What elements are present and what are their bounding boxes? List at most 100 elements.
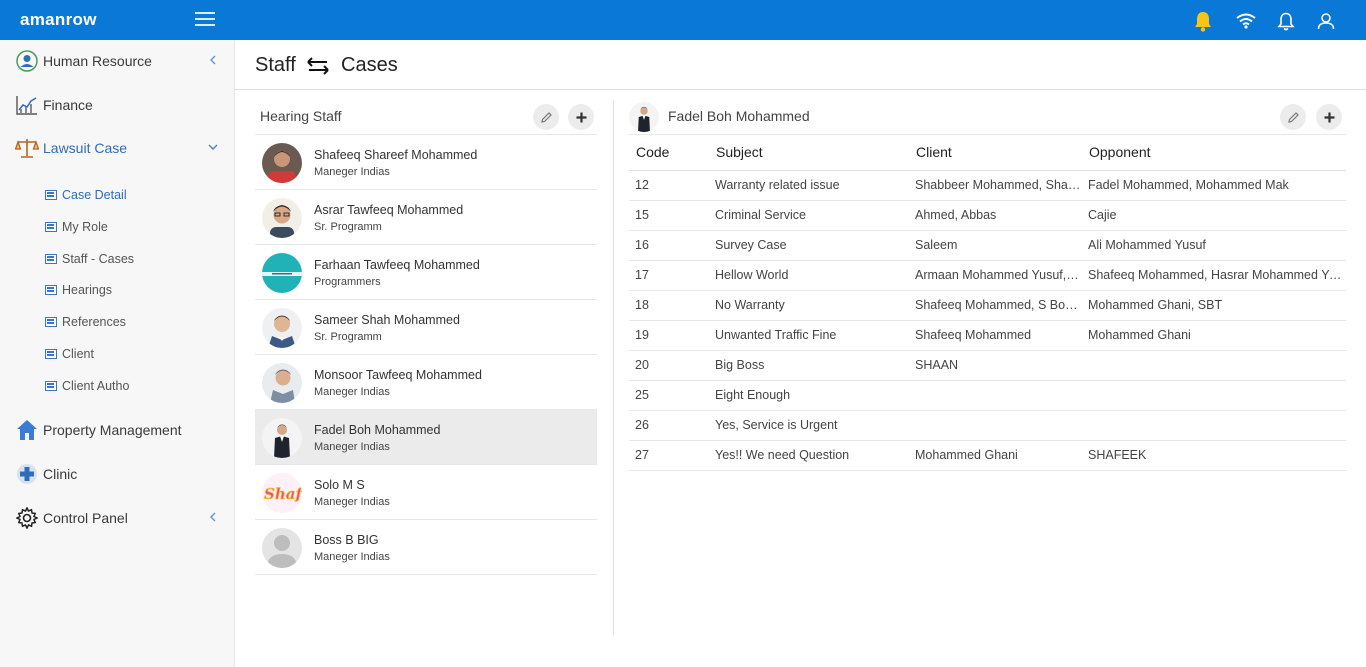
plus-icon (1324, 112, 1334, 122)
bell-icon[interactable] (1275, 10, 1297, 32)
cell-subject: No Warranty (709, 290, 909, 321)
staff-row[interactable]: Boss B BIG Maneger Indias (255, 520, 597, 575)
cell-subject: Yes!! We need Question (709, 440, 909, 471)
cell-subject: Eight Enough (709, 380, 909, 411)
staff-row[interactable]: Shaf Solo M S Maneger Indias (255, 465, 597, 520)
table-row[interactable]: 20 Big Boss SHAAN (629, 350, 1346, 381)
cell-subject: Yes, Service is Urgent (709, 410, 909, 441)
table-row[interactable]: 26 Yes, Service is Urgent (629, 410, 1346, 441)
staff-name: Monsoor Tawfeeq Mohammed (314, 368, 482, 382)
table-row[interactable]: 25 Eight Enough (629, 380, 1346, 411)
staff-row-selected[interactable]: Fadel Boh Mohammed Maneger Indias (255, 410, 597, 465)
sidebar-subitem-client[interactable]: Client (45, 344, 94, 364)
table-row[interactable]: 12 Warranty related issue Shabbeer Mohamme… (629, 170, 1346, 201)
staff-role: Maneger Indias (314, 551, 390, 563)
chevron-left-icon[interactable] (207, 54, 219, 66)
sidebar-item-human-resource[interactable]: Human Resource (15, 48, 225, 74)
add-case-button[interactable] (1316, 104, 1342, 130)
sidebar: Human Resource Finance Lawsuit Case Case… (0, 40, 235, 667)
cell-code: 26 (629, 410, 709, 441)
chevron-down-icon[interactable] (207, 141, 219, 153)
staff-role: Maneger Indias (314, 496, 390, 508)
shaf-logo: Shaf (262, 473, 302, 513)
avatar (262, 253, 302, 293)
cell-client: Shabbeer Mohammed, Shafeeq Mohammed (909, 170, 1082, 201)
cell-opponent: Shafeeq Mohammed, Hasrar Mohammed Yusuf (1082, 260, 1346, 291)
sidebar-item-lawsuit-case[interactable]: Lawsuit Case (15, 135, 225, 161)
plus-cross-icon (15, 462, 39, 486)
staff-panel-header: Hearing Staff (255, 100, 597, 135)
list-icon (45, 349, 57, 359)
sidebar-item-control-panel[interactable]: Control Panel (15, 505, 225, 531)
brand-logo[interactable]: amanrow (20, 10, 97, 30)
sidebar-subitem-staff-cases[interactable]: Staff - Cases (45, 249, 134, 269)
sidebar-item-clinic[interactable]: Clinic (15, 461, 225, 487)
table-row[interactable]: 17Hellow WorldArmaan Mohammed Yusuf, Sha… (629, 260, 1346, 291)
table-row[interactable]: 27 Yes!! We need Question Mohammed Ghani SH… (629, 440, 1346, 471)
cell-opponent (1082, 380, 1346, 411)
sidebar-subitem-case-detail[interactable]: Case Detail (45, 185, 127, 205)
column-header-code[interactable]: Code (629, 135, 709, 171)
list-icon (45, 254, 57, 264)
column-header-subject[interactable]: Subject (709, 135, 909, 171)
cell-opponent: SHAFEEK (1082, 440, 1346, 471)
sidebar-subitem-label: Client Autho (62, 379, 130, 393)
user-icon[interactable] (1315, 10, 1337, 32)
bell-alert-icon[interactable] (1192, 10, 1214, 32)
table-row[interactable]: 16 Survey Case Saleem Ali Mohammed Yusuf (629, 230, 1346, 261)
sidebar-subitem-hearings[interactable]: Hearings (45, 280, 112, 300)
staff-row[interactable]: Shafeeq Shareef Mohammed Maneger Indias (255, 135, 597, 190)
column-header-opponent[interactable]: Opponent (1082, 135, 1346, 171)
scales-icon (15, 136, 39, 160)
chart-icon (15, 93, 39, 117)
cell-client: Saleem (909, 230, 1082, 261)
sidebar-item-label: Lawsuit Case (43, 140, 128, 156)
sidebar-subitem-label: Staff - Cases (62, 252, 135, 266)
sidebar-subitem-client-autho[interactable]: Client Autho (45, 376, 129, 396)
staff-name: Farhaan Tawfeeq Mohammed (314, 258, 480, 272)
cell-code: 17 (629, 260, 709, 291)
pencil-icon (1287, 111, 1299, 123)
hamburger-menu-icon[interactable] (195, 12, 215, 28)
chevron-left-icon[interactable] (207, 511, 219, 523)
sidebar-subitem-references[interactable]: References (45, 312, 126, 332)
staff-row[interactable]: Sameer Shah Mohammed Sr. Programm (255, 300, 597, 355)
cases-panel-header: Fadel Boh Mohammed (629, 100, 1346, 135)
table-row[interactable]: 15 Criminal Service Ahmed, Abbas Cajie (629, 200, 1346, 231)
cell-opponent: Cajie (1082, 200, 1346, 231)
home-icon (15, 418, 39, 442)
sidebar-item-property-management[interactable]: Property Management (15, 417, 225, 443)
cell-client: Mohammed Ghani (909, 440, 1082, 471)
cell-code: 27 (629, 440, 709, 471)
staff-row[interactable]: Asrar Tawfeeq Mohammed Sr. Programm (255, 190, 597, 245)
cell-client: Ahmed, Abbas (909, 200, 1082, 231)
sidebar-item-finance[interactable]: Finance (15, 92, 225, 118)
page-title-staff: Staff (255, 54, 296, 76)
staff-row[interactable]: Monsoor Tawfeeq Mohammed Maneger Indias (255, 355, 597, 410)
cell-opponent: Fadel Mohammed, Mohammed Mak (1082, 170, 1346, 201)
cell-subject: Warranty related issue (709, 170, 909, 201)
gear-icon (15, 506, 39, 530)
wifi-icon[interactable] (1235, 10, 1257, 32)
sidebar-subitem-label: References (62, 315, 126, 329)
avatar: Shaf (262, 473, 302, 513)
table-row[interactable]: 19 Unwanted Traffic Fine Shafeeq Mohammed M… (629, 320, 1346, 351)
page-header: Staff Cases (235, 40, 1366, 90)
cell-client: Shafeeq Mohammed, S Box, SBT (909, 290, 1082, 321)
pencil-icon (540, 111, 552, 123)
staff-panel: Hearing Staff Shafeeq Shareef Mohammed M… (255, 100, 597, 575)
panel-divider (613, 100, 614, 635)
cell-subject: Unwanted Traffic Fine (709, 320, 909, 351)
edit-staff-button[interactable] (533, 104, 559, 130)
edit-case-button[interactable] (1280, 104, 1306, 130)
staff-name: Sameer Shah Mohammed (314, 313, 460, 327)
sidebar-subitem-my-role[interactable]: My Role (45, 217, 108, 237)
staff-row[interactable]: Farhaan Tawfeeq Mohammed Programmers (255, 245, 597, 300)
list-icon (45, 317, 57, 327)
column-header-client[interactable]: Client (909, 135, 1082, 171)
table-row[interactable]: 18No WarrantyShafeeq Mohammed, S Box, SB… (629, 290, 1346, 321)
staff-role: Maneger Indias (314, 386, 390, 398)
add-staff-button[interactable] (568, 104, 594, 130)
avatar (629, 102, 659, 132)
top-bar: amanrow (0, 0, 1366, 40)
